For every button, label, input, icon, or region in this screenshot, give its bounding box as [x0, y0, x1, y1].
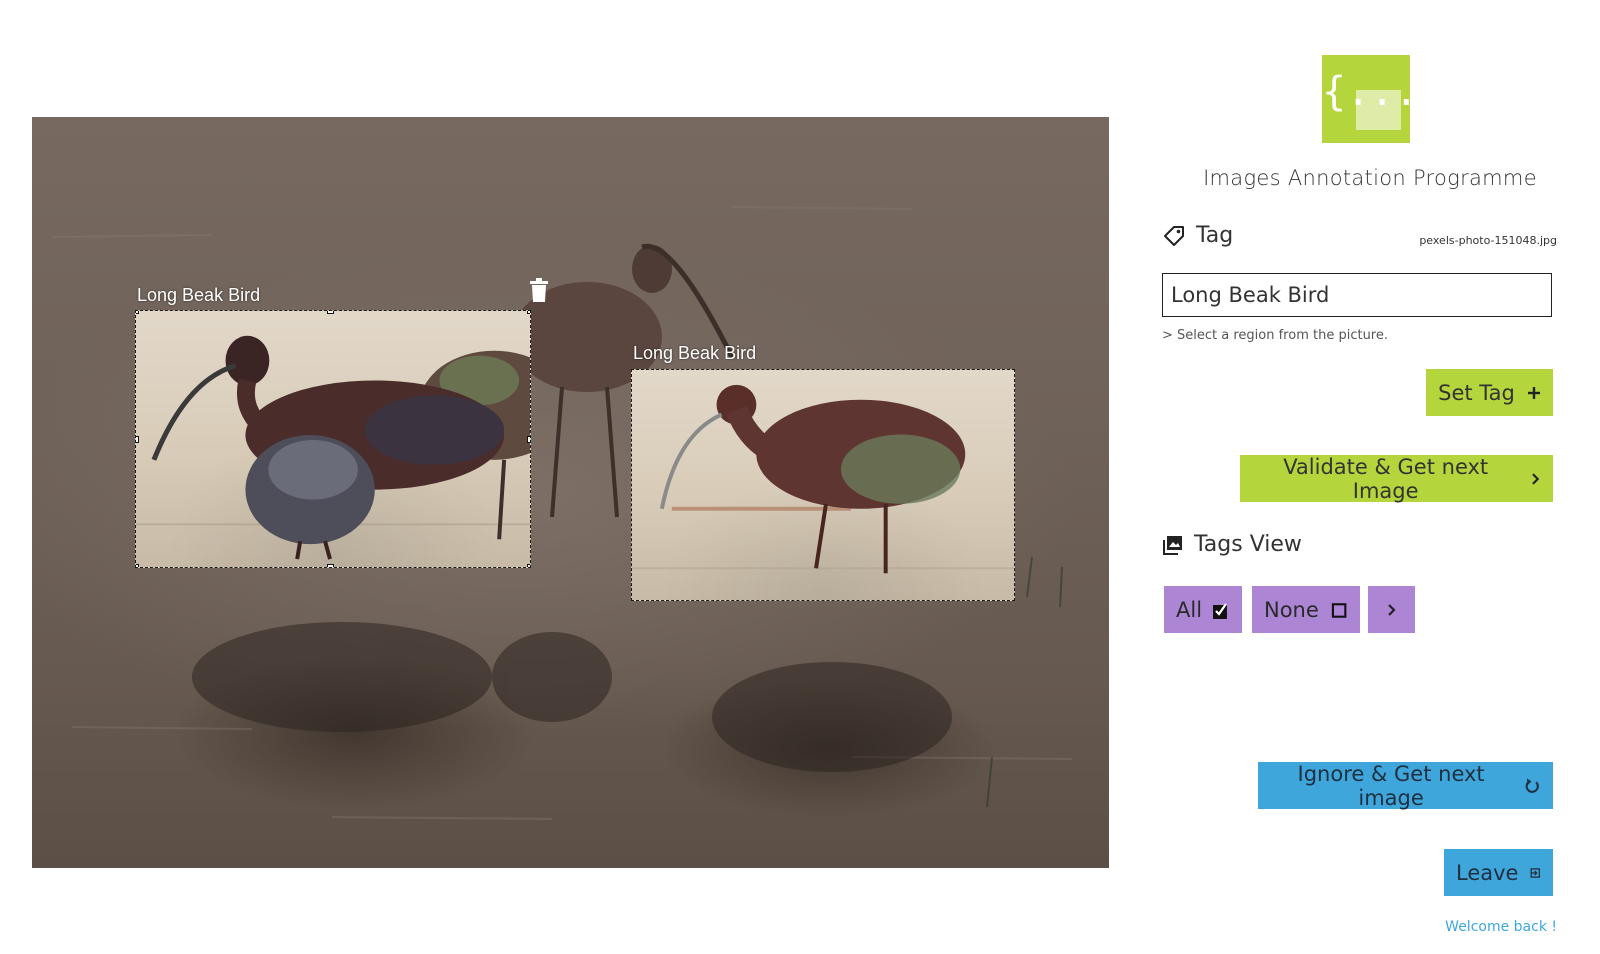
set-tag-button[interactable]: Set Tag [1426, 369, 1553, 416]
select-region-hint: > Select a region from the picture. [1162, 328, 1388, 343]
plus-icon [1527, 386, 1540, 399]
annotation-image[interactable]: Long Beak Bird Long Beak Bird [32, 117, 1109, 868]
chevron-right-icon [1387, 603, 1396, 616]
app-title: Images Annotation Programme [1203, 166, 1537, 190]
image-filename: pexels-photo-151048.jpg [1419, 234, 1557, 247]
ignore-next-label: Ignore & Get next image [1297, 761, 1485, 810]
app-root: Long Beak Bird Long Beak Bird {...} Imag… [0, 0, 1600, 954]
set-tag-label: Set Tag [1438, 380, 1515, 405]
exit-icon [1530, 867, 1541, 878]
tag-heading: Tag [1162, 223, 1233, 248]
show-no-tags-button[interactable]: None [1252, 586, 1360, 633]
region-box-1[interactable] [135, 310, 531, 568]
refresh-icon [1525, 778, 1540, 793]
image-icon [1163, 535, 1182, 555]
tag-input[interactable] [1162, 273, 1552, 317]
region-box-2[interactable] [631, 369, 1015, 601]
validate-next-label: Validate & Get next Image [1283, 454, 1489, 503]
logo-glyph: {...} [1322, 69, 1443, 115]
tag-icon [1164, 225, 1184, 246]
app-logo: {...} [1322, 55, 1443, 143]
validate-next-button[interactable]: Validate & Get next Image [1240, 454, 1553, 503]
bird-in-region-2 [632, 384, 1014, 574]
chevron-right-icon [1532, 472, 1540, 485]
none-label: None [1264, 597, 1319, 622]
tags-view-label: Tags View [1194, 532, 1302, 557]
side-panel: {...} Images Annotation Programme Tag pe… [1160, 0, 1580, 954]
region-2-label: Long Beak Bird [633, 343, 757, 363]
show-all-tags-button[interactable]: All [1164, 586, 1242, 633]
tag-heading-label: Tag [1196, 223, 1234, 248]
tags-view-heading: Tags View [1162, 532, 1302, 557]
leave-button[interactable]: Leave [1444, 849, 1553, 896]
checked-box-icon [1213, 602, 1228, 619]
leave-label: Leave [1456, 860, 1519, 885]
trash-icon[interactable] [528, 277, 550, 303]
all-label: All [1176, 597, 1203, 622]
region-1-label: Long Beak Bird [137, 285, 261, 305]
ignore-next-button[interactable]: Ignore & Get next image [1258, 761, 1553, 810]
empty-box-icon [1331, 602, 1347, 618]
welcome-message: Welcome back ! [1445, 919, 1557, 935]
tags-view-next-button[interactable] [1368, 586, 1415, 633]
bird-in-region-1 [136, 335, 530, 560]
